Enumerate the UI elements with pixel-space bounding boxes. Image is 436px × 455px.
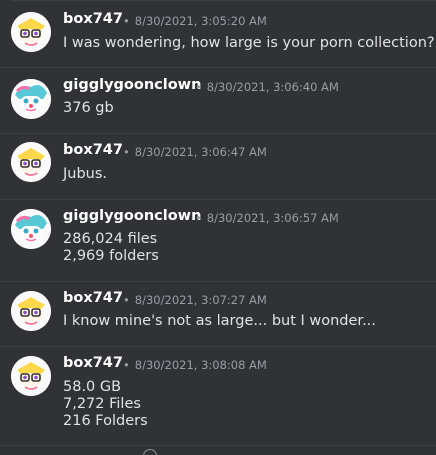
message-line: 2,969 folders: [63, 248, 159, 264]
chat-message: box747 • 8/30/2021, 3:08:08 AM 58.0 GB 7,…: [0, 347, 436, 446]
message-body: 58.0 GB 7,272 Files 216 Folders: [63, 379, 148, 430]
message-author[interactable]: box747: [63, 11, 123, 27]
timestamp-text: 8/30/2021, 3:05:20 AM: [134, 14, 267, 28]
chat-message: gigglygoonclown • 8/30/2021, 3:06:57 AM 2…: [0, 200, 436, 282]
message-timestamp: • 8/30/2021, 3:06:57 AM: [195, 211, 339, 225]
message-author[interactable]: box747: [63, 142, 123, 158]
chat-message: box747 • 8/30/2021, 3:07:27 AM I know min…: [0, 282, 436, 347]
message-timestamp: • 8/30/2021, 3:05:20 AM: [123, 14, 267, 28]
separator-dot: •: [123, 358, 130, 372]
message-line: 216 Folders: [63, 413, 148, 429]
chat-message: gigglygoonclown • 8/30/2021, 3:06:40 AM 3…: [0, 68, 436, 134]
message-timestamp: • 8/30/2021, 3:06:40 AM: [195, 80, 339, 94]
box747-avatar-icon[interactable]: [11, 12, 51, 52]
message-body: I know mine's not as large... but I wond…: [63, 313, 376, 330]
chat-message: box747 • 8/30/2021, 3:06:47 AM Jubus.: [0, 134, 436, 200]
message-line: I was wondering, how large is your porn …: [63, 35, 435, 51]
message-timestamp: • 8/30/2021, 3:08:08 AM: [123, 358, 267, 372]
timestamp-text: 8/30/2021, 3:06:47 AM: [134, 145, 267, 159]
message-author[interactable]: gigglygoonclown: [63, 77, 201, 93]
message-author[interactable]: box747: [63, 355, 123, 371]
box747-avatar-icon[interactable]: [11, 142, 51, 182]
message-body: 286,024 files 2,969 folders: [63, 231, 159, 265]
timestamp-text: 8/30/2021, 3:08:08 AM: [134, 358, 267, 372]
gigglygoonclown-avatar-icon[interactable]: [11, 79, 51, 119]
message-author[interactable]: box747: [63, 290, 123, 306]
message-body: I was wondering, how large is your porn …: [63, 35, 435, 52]
separator-dot: •: [195, 80, 202, 94]
separator-dot: •: [123, 14, 130, 28]
chat-log: box747 • 8/30/2021, 3:05:20 AM I was wond…: [0, 0, 436, 455]
message-line: 376 gb: [63, 100, 114, 116]
gigglygoonclown-avatar-icon[interactable]: [11, 209, 51, 249]
message-timestamp: • 8/30/2021, 3:07:27 AM: [123, 293, 267, 307]
separator-dot: •: [123, 145, 130, 159]
message-line: 58.0 GB: [63, 379, 122, 395]
separator-dot: •: [123, 293, 130, 307]
message-body: Jubus.: [63, 166, 107, 183]
timestamp-text: 8/30/2021, 3:07:27 AM: [134, 293, 267, 307]
box747-avatar-icon[interactable]: [11, 291, 51, 331]
message-line: I know mine's not as large... but I wond…: [63, 313, 376, 329]
timestamp-text: 8/30/2021, 3:06:57 AM: [206, 211, 339, 225]
message-line: 7,272 Files: [63, 396, 141, 412]
separator-dot: •: [195, 211, 202, 225]
message-line: Jubus.: [63, 166, 108, 182]
message-body: 376 gb: [63, 100, 114, 117]
message-timestamp: • 8/30/2021, 3:06:47 AM: [123, 145, 267, 159]
box747-avatar-icon[interactable]: [11, 356, 51, 396]
message-line: 286,024 files: [63, 231, 158, 247]
next-message-avatar-icon: [143, 449, 157, 455]
message-author[interactable]: gigglygoonclown: [63, 208, 201, 224]
timestamp-text: 8/30/2021, 3:06:40 AM: [206, 80, 339, 94]
chat-message: box747 • 8/30/2021, 3:05:20 AM I was wond…: [0, 0, 436, 68]
